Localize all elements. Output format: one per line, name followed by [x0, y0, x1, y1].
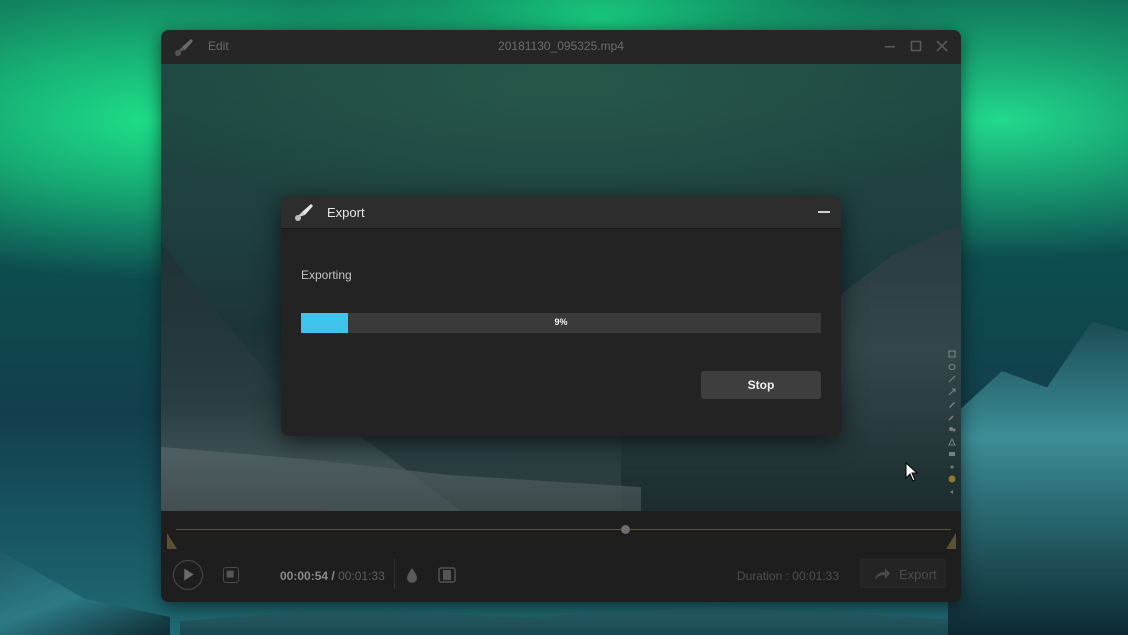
background-mountain-bottom	[180, 607, 948, 635]
water-drop-icon[interactable]	[406, 567, 418, 583]
export-button-label: Export	[899, 567, 937, 582]
share-arrow-icon	[875, 568, 890, 580]
line-tool-icon[interactable]	[948, 375, 956, 383]
stop-playback-button[interactable]	[223, 567, 239, 583]
color-picker-icon[interactable]	[948, 475, 956, 483]
ellipse-tool-icon[interactable]	[948, 363, 956, 371]
timeline-panel: 00:00:54 / 00:01:33 Duration : 00:01:33 …	[161, 509, 961, 602]
minimize-icon[interactable]	[883, 39, 897, 53]
play-button[interactable]	[173, 560, 203, 590]
stop-icon	[226, 570, 234, 578]
app-logo-icon	[295, 204, 313, 221]
film-strip-icon[interactable]	[438, 567, 456, 583]
current-time: 00:00:54	[280, 569, 329, 583]
text-box-tool-icon[interactable]	[948, 450, 956, 458]
window-title: 20181130_095325.mp4	[498, 39, 624, 53]
export-dialog-title: Export	[327, 205, 365, 220]
trim-end-handle[interactable]	[946, 533, 956, 549]
background-mountain-left	[0, 551, 170, 635]
timeline-playhead[interactable]	[621, 525, 630, 534]
export-status-text: Exporting	[301, 268, 352, 282]
export-dialog-header[interactable]: Export	[281, 196, 841, 229]
export-progress-percent: 9%	[554, 317, 568, 327]
export-button[interactable]: Export	[860, 559, 946, 588]
total-time: 00:01:33	[338, 569, 385, 583]
maximize-icon[interactable]	[909, 39, 923, 53]
export-progress-bar: 9%	[301, 313, 821, 333]
toolbar-divider	[394, 559, 395, 589]
highlight-tool-icon[interactable]	[948, 437, 956, 446]
timeline-track[interactable]	[176, 529, 951, 530]
size-picker-icon[interactable]	[948, 463, 956, 471]
playback-progress-bar	[179, 509, 324, 511]
time-separator: /	[328, 569, 339, 583]
rectangle-tool-icon[interactable]	[948, 350, 956, 358]
mouse-cursor-icon	[905, 462, 919, 482]
play-icon	[184, 568, 194, 581]
pen-tool-icon[interactable]	[948, 400, 956, 408]
title-bar[interactable]: Edit 20181130_095325.mp4	[161, 30, 961, 64]
export-dialog: Export Exporting 9% Stop	[281, 196, 841, 436]
pencil-tool-icon[interactable]	[948, 413, 956, 421]
background-mountain-right	[948, 321, 1128, 635]
arrow-tool-icon[interactable]	[948, 388, 956, 396]
timecode: 00:00:54 / 00:01:33	[280, 569, 385, 583]
close-icon[interactable]	[935, 39, 949, 53]
duration-label: Duration : 00:01:33	[736, 569, 839, 583]
minimize-icon[interactable]	[818, 211, 830, 213]
trim-start-handle[interactable]	[167, 533, 177, 549]
undo-icon[interactable]	[948, 488, 956, 496]
blur-tool-icon[interactable]	[948, 425, 956, 433]
stop-export-button[interactable]: Stop	[701, 371, 821, 399]
drawing-toolbar	[946, 350, 958, 510]
